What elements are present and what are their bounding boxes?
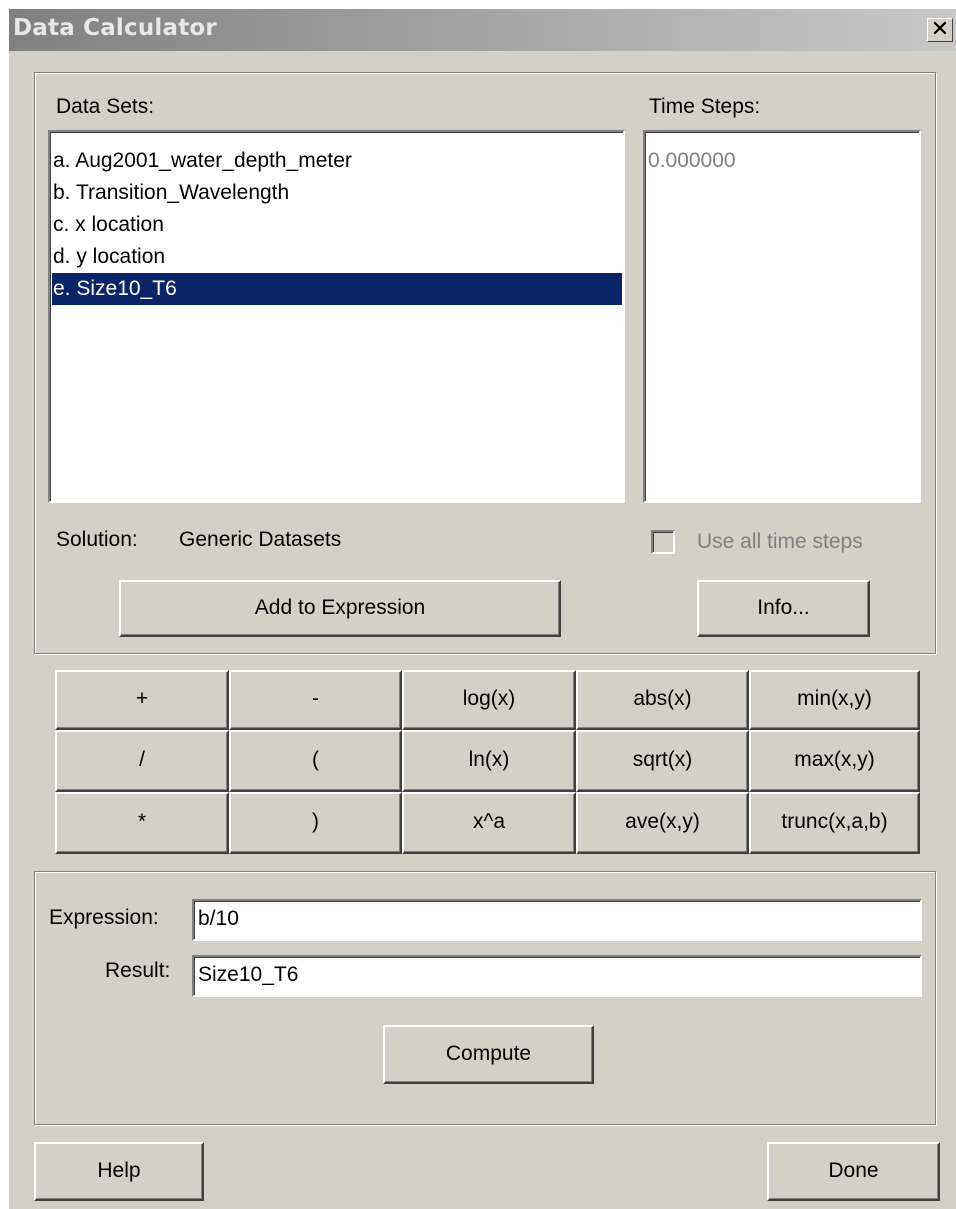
log-button[interactable]: log(x) xyxy=(402,670,576,730)
help-label: Help xyxy=(97,1159,141,1182)
expression-label: Expression: xyxy=(49,906,159,929)
open-paren-button[interactable]: ( xyxy=(229,730,402,792)
close-paren-button[interactable]: ) xyxy=(229,792,402,854)
add-to-expression-label: Add to Expression xyxy=(254,596,426,619)
done-label: Done xyxy=(828,1159,879,1182)
abs-button[interactable]: abs(x) xyxy=(576,670,749,730)
use-all-time-steps-label: Use all time steps xyxy=(697,530,863,553)
dataset-item[interactable]: a. Aug2001_water_depth_meter xyxy=(52,145,352,177)
ln-button[interactable]: ln(x) xyxy=(402,730,576,792)
datasets-list[interactable]: a. Aug2001_water_depth_meter b. Transiti… xyxy=(48,130,625,503)
minus-button[interactable]: - xyxy=(229,670,402,730)
dataset-item[interactable]: b. Transition_Wavelength xyxy=(52,177,289,209)
compute-button[interactable]: Compute xyxy=(383,1025,594,1084)
timesteps-label: Time Steps: xyxy=(649,95,761,118)
plus-button[interactable]: + xyxy=(55,670,229,730)
window-title: Data Calculator xyxy=(13,15,217,41)
result-label: Result: xyxy=(105,959,171,982)
timestep-item[interactable]: 0.000000 xyxy=(647,145,736,177)
use-all-time-steps-checkbox[interactable] xyxy=(651,530,675,554)
compute-label: Compute xyxy=(445,1042,532,1065)
close-button[interactable]: ✕ xyxy=(927,18,953,42)
timesteps-list[interactable]: 0.000000 xyxy=(643,130,921,503)
add-to-expression-button[interactable]: Add to Expression xyxy=(119,580,561,637)
close-icon: ✕ xyxy=(930,17,950,42)
expression-input[interactable]: b/10 xyxy=(192,899,922,941)
trunc-button[interactable]: trunc(x,a,b) xyxy=(749,792,920,854)
info-button[interactable]: Info... xyxy=(697,580,870,637)
dataset-item-selected[interactable]: e. Size10_T6 xyxy=(52,273,622,305)
min-button[interactable]: min(x,y) xyxy=(749,670,920,730)
data-calculator-window: Data Calculator ✕ Data Sets: Time Steps:… xyxy=(9,9,956,1209)
max-button[interactable]: max(x,y) xyxy=(749,730,920,792)
dataset-item[interactable]: c. x location xyxy=(52,209,164,241)
solution-label: Solution: xyxy=(56,528,138,551)
title-bar[interactable]: Data Calculator ✕ xyxy=(9,9,956,51)
multiply-button[interactable]: * xyxy=(55,792,229,854)
dataset-item[interactable]: d. y location xyxy=(52,241,165,273)
power-button[interactable]: x^a xyxy=(402,792,576,854)
datasets-label: Data Sets: xyxy=(56,95,155,118)
info-label: Info... xyxy=(757,596,810,619)
help-button[interactable]: Help xyxy=(34,1142,204,1201)
sqrt-button[interactable]: sqrt(x) xyxy=(576,730,749,792)
done-button[interactable]: Done xyxy=(767,1142,940,1201)
result-input[interactable]: Size10_T6 xyxy=(192,955,922,997)
ave-button[interactable]: ave(x,y) xyxy=(576,792,749,854)
divide-button[interactable]: / xyxy=(55,730,229,792)
solution-value: Generic Datasets xyxy=(179,528,342,551)
